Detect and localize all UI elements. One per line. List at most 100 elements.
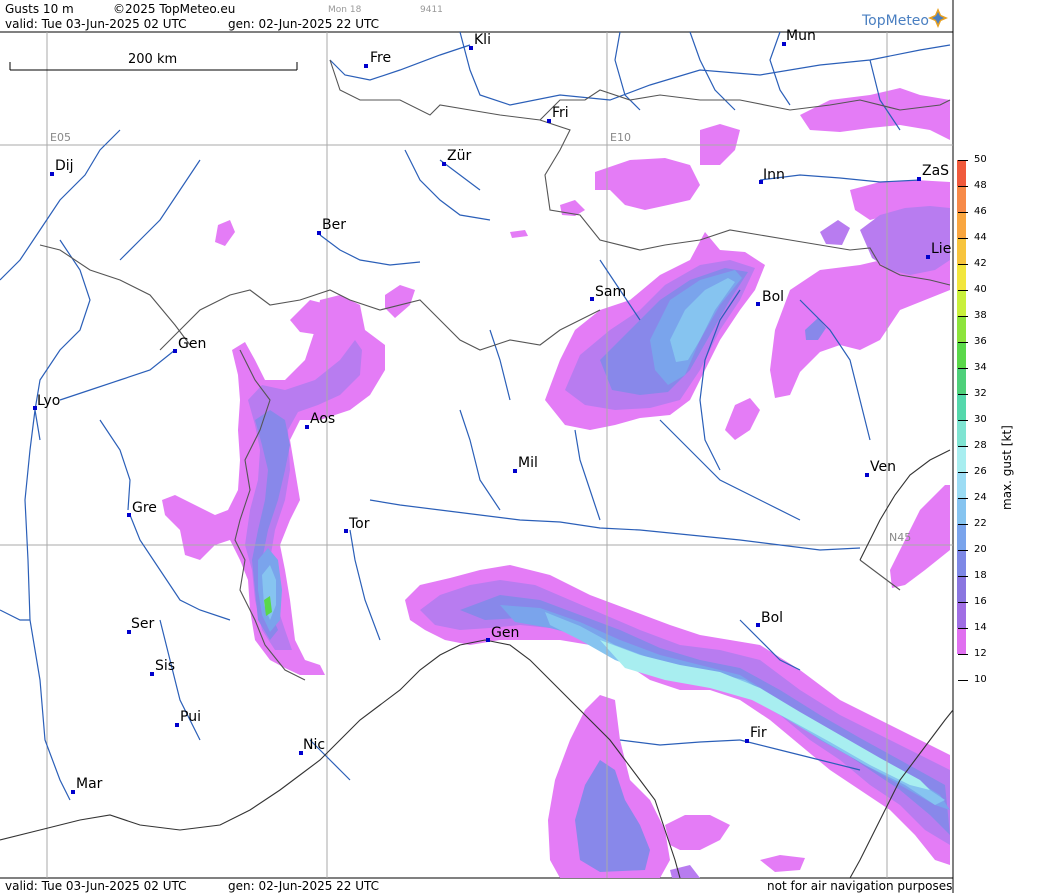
city-label[interactable]: Fir: [750, 725, 767, 741]
city-marker[interactable]: [173, 349, 177, 353]
city-marker[interactable]: [917, 177, 921, 181]
city-marker[interactable]: [317, 231, 321, 235]
city-marker[interactable]: [469, 46, 473, 50]
city-marker[interactable]: [127, 513, 131, 517]
scale-bar-label: 200 km: [128, 52, 178, 67]
city-label[interactable]: Kli: [474, 32, 491, 48]
city-label[interactable]: Dij: [55, 158, 74, 174]
legend-value-label: 18: [974, 570, 987, 581]
city-label[interactable]: Bol: [762, 289, 784, 305]
city-label[interactable]: ZaS: [922, 163, 949, 179]
city-marker[interactable]: [926, 255, 930, 259]
legend-color-swatch: [957, 290, 966, 316]
legend-color-swatch: [957, 186, 966, 212]
legend-tick: [958, 264, 968, 265]
city-label[interactable]: Sam: [595, 284, 626, 300]
city-label[interactable]: Tor: [349, 516, 370, 532]
legend-tick: [958, 420, 968, 421]
legend-color-swatch: [957, 160, 966, 186]
legend-color-swatch: [957, 576, 966, 602]
legend-color-swatch: [957, 472, 966, 498]
city-label[interactable]: Bol: [761, 610, 783, 626]
city-marker[interactable]: [865, 473, 869, 477]
city-marker[interactable]: [364, 64, 368, 68]
legend-color-swatch: [957, 342, 966, 368]
city-label[interactable]: Lyo: [37, 393, 60, 409]
city-label[interactable]: Gen: [178, 336, 206, 352]
city-label[interactable]: Lie: [931, 241, 951, 257]
legend-value-label: 40: [974, 284, 987, 295]
legend-tick: [958, 550, 968, 551]
city-marker[interactable]: [175, 723, 179, 727]
city-label[interactable]: Fri: [552, 105, 569, 121]
legend-colorbar: [957, 160, 966, 654]
legend-color-swatch: [957, 524, 966, 550]
legend-value-label: 22: [974, 518, 987, 529]
legend-value-label: 48: [974, 180, 987, 191]
legend-color-swatch: [957, 446, 966, 472]
legend-value-label: 10: [974, 674, 987, 685]
legend-tick: [958, 368, 968, 369]
legend-value-label: 24: [974, 492, 987, 503]
valid-time-footer: valid: Tue 03-Jun-2025 02 UTC: [5, 879, 187, 893]
city-marker[interactable]: [590, 297, 594, 301]
city-marker[interactable]: [344, 529, 348, 533]
city-label[interactable]: Mil: [518, 455, 538, 471]
city-marker[interactable]: [756, 302, 760, 306]
legend-color-swatch: [957, 368, 966, 394]
city-marker[interactable]: [71, 790, 75, 794]
legend-tick: [958, 680, 968, 681]
city-label[interactable]: Sis: [155, 658, 175, 674]
legend-color-swatch: [957, 264, 966, 290]
legend-tick: [958, 524, 968, 525]
city-marker[interactable]: [50, 172, 54, 176]
city-label[interactable]: Ven: [870, 459, 896, 475]
city-marker[interactable]: [150, 672, 154, 676]
legend-tick: [958, 394, 968, 395]
city-label[interactable]: Gre: [132, 500, 157, 516]
city-marker[interactable]: [745, 739, 749, 743]
grid-label-e05: E05: [50, 131, 71, 144]
city-label[interactable]: Mar: [76, 776, 102, 792]
legend-value-label: 34: [974, 362, 987, 373]
map-canvas[interactable]: [0, 0, 1045, 893]
legend-tick: [958, 290, 968, 291]
city-label[interactable]: Gen: [491, 625, 519, 641]
legend-tick: [958, 576, 968, 577]
city-label[interactable]: Zür: [447, 148, 471, 164]
city-label[interactable]: Ser: [131, 616, 154, 632]
legend-color-swatch: [957, 394, 966, 420]
city-label[interactable]: Mun: [786, 28, 816, 44]
city-label[interactable]: Inn: [763, 167, 785, 183]
city-label[interactable]: Aos: [310, 411, 335, 427]
city-marker[interactable]: [442, 162, 446, 166]
chart-title: Gusts 10 m: [5, 2, 74, 16]
city-label[interactable]: Fre: [370, 50, 391, 66]
legend-tick: [958, 316, 968, 317]
legend-tick: [958, 602, 968, 603]
legend-color-swatch: [957, 628, 966, 654]
city-marker[interactable]: [547, 119, 551, 123]
city-label[interactable]: Pui: [180, 709, 201, 725]
legend-value-label: 42: [974, 258, 987, 269]
legend-value-label: 28: [974, 440, 987, 451]
valid-time-header: valid: Tue 03-Jun-2025 02 UTC: [5, 17, 187, 31]
city-marker[interactable]: [513, 469, 517, 473]
legend-value-label: 32: [974, 388, 987, 399]
legend-value-label: 36: [974, 336, 987, 347]
city-label[interactable]: Ber: [322, 217, 346, 233]
brand-logo-text[interactable]: TopMeteo: [862, 13, 929, 29]
topmeteo-logo-star: [928, 8, 948, 28]
legend-color-swatch: [957, 420, 966, 446]
legend-title: max. gust [kt]: [1000, 425, 1014, 510]
header-small-label-2: 9411: [420, 5, 443, 15]
legend-tick: [958, 446, 968, 447]
city-marker[interactable]: [756, 623, 760, 627]
legend-color-swatch: [957, 238, 966, 264]
legend-tick: [958, 342, 968, 343]
city-label[interactable]: Nic: [303, 737, 325, 753]
legend-tick: [958, 238, 968, 239]
city-marker[interactable]: [486, 638, 490, 642]
legend-tick: [958, 212, 968, 213]
city-marker[interactable]: [305, 425, 309, 429]
